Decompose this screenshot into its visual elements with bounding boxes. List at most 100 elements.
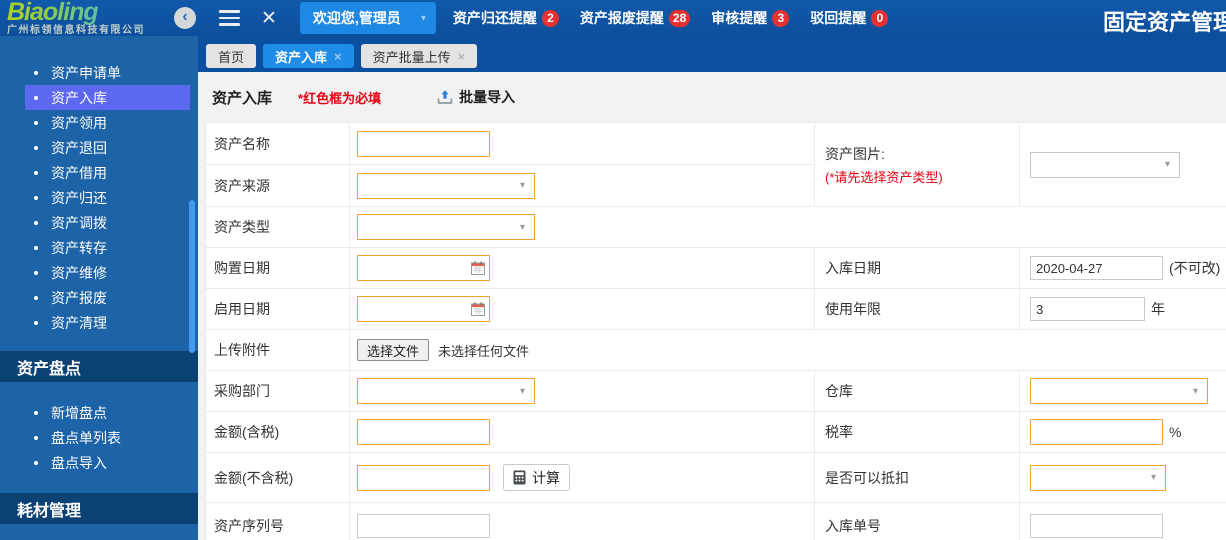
top-header-bar: Biaoling 广州标领信息科技有限公司 ‹ ✕ 欢迎您,管理员 ▾ 资产归还… <box>0 0 1226 36</box>
tab-home[interactable]: 首页 <box>206 44 257 68</box>
form-row-dept-warehouse: 采购部门 ▾ 仓库 ▾ <box>206 371 1226 412</box>
tax-rate-input[interactable] <box>1030 419 1163 445</box>
field-label: 资产序列号 <box>214 518 284 534</box>
calculator-icon <box>513 470 526 485</box>
bullet-icon <box>34 120 38 125</box>
nav-item-asset-scrap-reminder[interactable]: 资产报废提醒 28 <box>579 8 691 28</box>
tab-close-icon[interactable]: × <box>334 50 342 63</box>
sidebar-item-new-inventory[interactable]: 新增盘点 <box>0 400 198 425</box>
nav-item-asset-return-reminder[interactable]: 资产归还提醒 2 <box>453 8 559 28</box>
chevron-down-icon: ▾ <box>420 12 426 24</box>
readonly-note: (不可改) <box>1169 260 1221 276</box>
sidebar-section-asset-inventory[interactable]: 资产盘点 <box>0 351 198 382</box>
calendar-icon <box>471 261 485 275</box>
page-header: 资产入库 *红色框为必填 批量导入 <box>198 72 1226 122</box>
field-label: 入库日期 <box>825 260 881 276</box>
field-label: 使用年限 <box>825 301 881 317</box>
calendar-icon <box>471 302 485 316</box>
sidebar-item-asset-transfer[interactable]: 资产调拨 <box>0 210 198 235</box>
close-tabs-button[interactable]: ✕ <box>261 9 277 28</box>
asset-name-input[interactable] <box>357 130 490 157</box>
page-title: 资产入库 <box>212 89 273 107</box>
inbound-number-input[interactable] <box>1030 514 1163 538</box>
chevron-left-icon: ‹ <box>182 8 188 25</box>
close-icon: ✕ <box>261 7 277 29</box>
menu-toggle-button[interactable] <box>219 10 240 26</box>
nav-label: 驳回提醒 <box>810 10 867 26</box>
bullet-icon <box>34 95 38 100</box>
sidebar-item-asset-claim[interactable]: 资产领用 <box>0 110 198 135</box>
nav-label: 资产归还提醒 <box>452 10 537 26</box>
form-row-serial-inboundno: 资产序列号 入库单号 <box>206 503 1226 540</box>
upload-icon <box>437 90 453 104</box>
field-label: 启用日期 <box>214 301 270 317</box>
asset-type-select[interactable]: ▾ <box>357 214 535 240</box>
field-label: 资产图片: <box>825 145 885 162</box>
caret-down-icon: ▾ <box>1192 385 1198 397</box>
tab-close-icon[interactable]: × <box>458 50 466 63</box>
sidebar-item-asset-storage[interactable]: 资产转存 <box>0 235 198 260</box>
asset-image-select[interactable]: ▾ <box>1030 151 1180 178</box>
deductible-select[interactable]: ▾ <box>1030 464 1166 491</box>
file-status-text: 未选择任何文件 <box>438 343 530 359</box>
bullet-icon <box>34 270 38 275</box>
sidebar: 资产申请单 资产入库 资产领用 资产退回 资产借用 资产归还 资产调拨 资产转存… <box>0 36 198 540</box>
batch-import-button[interactable]: 批量导入 <box>437 87 515 107</box>
form-row-group: 资产名称 资产来源 ▾ 资产图片: (*请先选择资产类型) ▾ <box>206 123 1226 207</box>
field-label: 入库单号 <box>825 518 881 534</box>
sidebar-item-inventory-list[interactable]: 盘点单列表 <box>0 425 198 450</box>
nav-item-reject-reminder[interactable]: 驳回提醒 0 <box>810 8 889 28</box>
choose-file-button[interactable]: 选择文件 <box>357 339 430 361</box>
bullet-icon <box>34 70 38 75</box>
sidebar-item-asset-cleanup[interactable]: 资产清理 <box>0 310 198 335</box>
sidebar-collapse-button[interactable]: ‹ <box>174 7 196 29</box>
sidebar-item-asset-request[interactable]: 资产申请单 <box>0 60 198 85</box>
asset-form: 资产名称 资产来源 ▾ 资产图片: (*请先选择资产类型) ▾ 资产类型 ▾ 购… <box>205 122 1226 540</box>
system-title: 固定资产管理系统 <box>1103 10 1226 35</box>
asset-image-note: (*请先选择资产类型) <box>825 169 943 185</box>
purchase-date-input[interactable] <box>357 255 490 281</box>
field-label: 仓库 <box>825 383 853 399</box>
nav-item-audit-reminder[interactable]: 审核提醒 3 <box>711 8 790 28</box>
sidebar-scrollbar-thumb[interactable] <box>189 200 195 353</box>
tab-asset-batch-upload[interactable]: 资产批量上传 × <box>360 44 478 68</box>
enable-date-input[interactable] <box>357 296 490 322</box>
bullet-icon <box>34 170 38 175</box>
sidebar-item-inventory-import[interactable]: 盘点导入 <box>0 450 198 475</box>
hamburger-icon <box>219 10 240 13</box>
sidebar-item-asset-repair[interactable]: 资产维修 <box>0 260 198 285</box>
sidebar-item-asset-inbound[interactable]: 资产入库 <box>0 85 198 110</box>
form-row-asset-type: 资产类型 ▾ <box>206 207 1226 248</box>
amount-with-tax-input[interactable] <box>357 419 490 445</box>
brand-logo: Biaoling 广州标领信息科技有限公司 <box>0 0 168 36</box>
tab-asset-inbound[interactable]: 资产入库 × <box>263 44 354 68</box>
field-label: 资产类型 <box>214 219 270 235</box>
bullet-icon <box>34 195 38 200</box>
calculate-button[interactable]: 计算 <box>503 464 570 491</box>
brand-logo-text: Biaoling <box>7 0 168 25</box>
sidebar-item-asset-giveback[interactable]: 资产归还 <box>0 185 198 210</box>
brand-company-name: 广州标领信息科技有限公司 <box>7 25 145 36</box>
bullet-icon <box>34 460 38 465</box>
amount-without-tax-input[interactable] <box>357 464 490 491</box>
serial-number-input[interactable] <box>357 514 490 538</box>
field-label: 税率 <box>825 424 853 440</box>
warehouse-select[interactable]: ▾ <box>1030 378 1208 404</box>
field-label: 资产来源 <box>214 177 270 194</box>
asset-source-select[interactable]: ▾ <box>357 172 535 199</box>
sidebar-item-asset-borrow[interactable]: 资产借用 <box>0 160 198 185</box>
sidebar-item-asset-return[interactable]: 资产退回 <box>0 135 198 160</box>
purchase-dept-select[interactable]: ▾ <box>357 378 535 404</box>
useful-life-input[interactable] <box>1030 297 1145 321</box>
sidebar-item-asset-scrap[interactable]: 资产报废 <box>0 285 198 310</box>
sidebar-section-consumables[interactable]: 耗材管理 <box>0 493 198 524</box>
unit-label: 年 <box>1151 301 1165 317</box>
nav-label: 资产报废提醒 <box>579 10 664 26</box>
count-badge: 0 <box>871 9 889 27</box>
form-row-enable-date-life: 启用日期 使用年限 年 <box>206 289 1226 330</box>
user-menu-dropdown[interactable]: 欢迎您,管理员 ▾ <box>299 2 436 34</box>
main-content: 资产入库 *红色框为必填 批量导入 资产名称 资产来源 ▾ 资产图片: (*请先… <box>198 72 1226 540</box>
bullet-icon <box>34 320 38 325</box>
bullet-icon <box>34 245 38 250</box>
inbound-date-input[interactable] <box>1030 256 1163 280</box>
